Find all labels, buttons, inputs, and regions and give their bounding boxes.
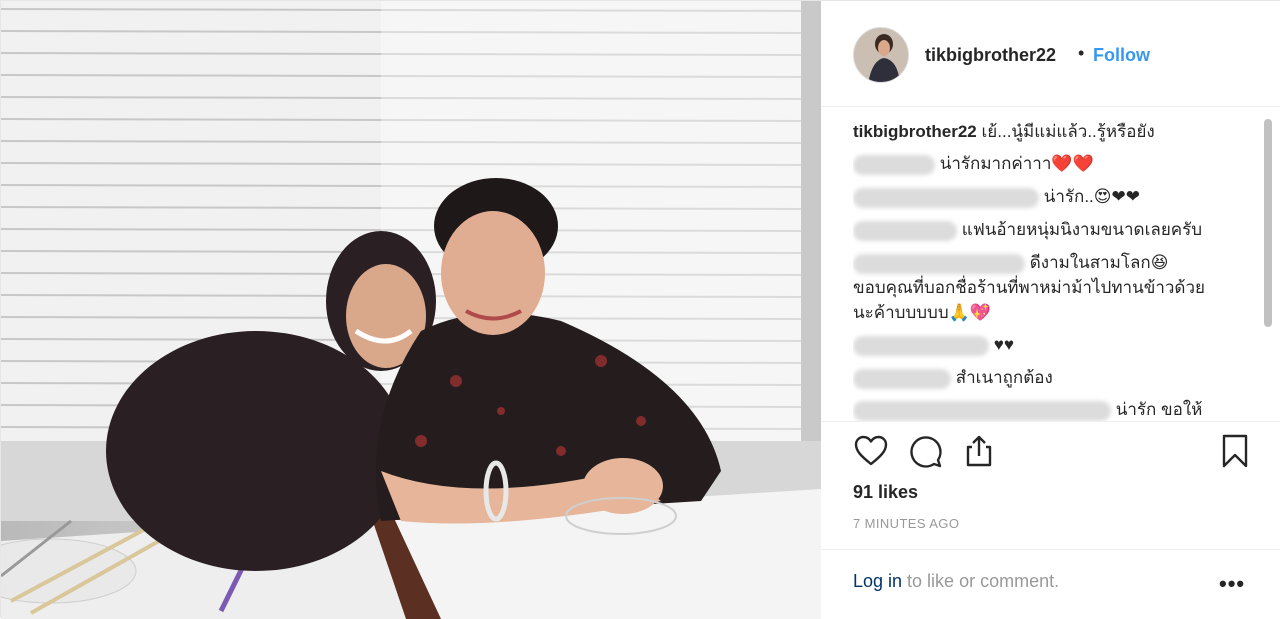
- heart-icon[interactable]: [853, 433, 889, 469]
- redacted-username: [853, 368, 951, 389]
- bookmark-icon[interactable]: [1217, 433, 1253, 469]
- comment-continuation: ขอบคุณที่บอกชื่อร้านที่พาหม่าม้าไปทานข้า…: [853, 277, 1205, 299]
- post-header: tikbigbrother22 • Follow: [821, 1, 1280, 107]
- login-link[interactable]: Log in: [853, 571, 902, 591]
- redacted-username: [853, 253, 1025, 274]
- comment-text: แฟนอ้ายหนุ่มนิงามขนาดเลยครับ: [961, 220, 1203, 239]
- action-bar: [821, 421, 1280, 481]
- comment-item: สำเนาถูกต้อง: [853, 367, 1053, 389]
- comment-text: ดีงามในสามโลก😆: [1029, 253, 1169, 272]
- caption: tikbigbrother22 เย้...นู๋มีแม่แล้ว..รู้ห…: [853, 121, 1155, 143]
- login-prompt: Log in to like or comment.: [853, 571, 1059, 592]
- comment-item: ดีงามในสามโลก😆: [853, 252, 1168, 274]
- post-sidebar: tikbigbrother22 • Follow tikbigbrother22…: [821, 1, 1280, 619]
- login-prompt-text: to like or comment.: [902, 571, 1060, 591]
- comment-item: น่ารัก ขอให้: [853, 399, 1202, 421]
- avatar-image: [854, 28, 908, 82]
- redacted-username: [853, 187, 1039, 208]
- comment-icon[interactable]: [907, 433, 943, 469]
- comment-item: น่ารักมากค่าาา❤️❤️: [853, 153, 1094, 175]
- avatar[interactable]: [853, 27, 909, 83]
- redacted-username: [853, 154, 935, 175]
- comment-item: แฟนอ้ายหนุ่มนิงามขนาดเลยครับ: [853, 219, 1202, 241]
- comment-continuation: นะค้าบบบบบ🙏💖: [853, 302, 991, 324]
- comment-text: น่ารักมากค่าาา❤️❤️: [939, 154, 1094, 173]
- likes-count[interactable]: 91 likes: [853, 482, 918, 503]
- comments-list: tikbigbrother22 เย้...นู๋มีแม่แล้ว..รู้ห…: [853, 113, 1243, 421]
- redacted-username: [853, 400, 1111, 421]
- redacted-username: [853, 335, 989, 356]
- instagram-post-window: tikbigbrother22 • Follow tikbigbrother22…: [0, 0, 1280, 619]
- comment-text: ♥♥: [993, 335, 1014, 354]
- comment-item: น่ารัก..😍❤❤: [853, 186, 1140, 208]
- redacted-username: [853, 220, 957, 241]
- post-photo[interactable]: [1, 1, 821, 619]
- caption-text: เย้...นู๋มีแม่แล้ว..รู้หรือยัง: [981, 122, 1155, 141]
- post-timestamp[interactable]: 7 MINUTES AGO: [853, 516, 959, 531]
- post-username[interactable]: tikbigbrother22: [925, 45, 1056, 66]
- comment-text: น่ารัก..😍❤❤: [1043, 187, 1140, 206]
- comment-text: น่ารัก ขอให้: [1115, 400, 1203, 419]
- follow-button[interactable]: Follow: [1093, 45, 1150, 66]
- share-icon[interactable]: [961, 433, 997, 469]
- separator-dot: •: [1078, 43, 1085, 63]
- comment-text-line3: นะค้าบบบบบ🙏💖: [853, 303, 991, 322]
- scrollbar-thumb[interactable]: [1264, 119, 1272, 327]
- comment-item: ♥♥: [853, 334, 1014, 356]
- more-options-icon[interactable]: •••: [1219, 571, 1245, 597]
- comment-text-line2: ขอบคุณที่บอกชื่อร้านที่พาหม่าม้าไปทานข้า…: [853, 278, 1205, 297]
- photo-illustration: [1, 1, 821, 619]
- caption-username[interactable]: tikbigbrother22: [853, 122, 977, 141]
- comment-text: สำเนาถูกต้อง: [955, 368, 1053, 387]
